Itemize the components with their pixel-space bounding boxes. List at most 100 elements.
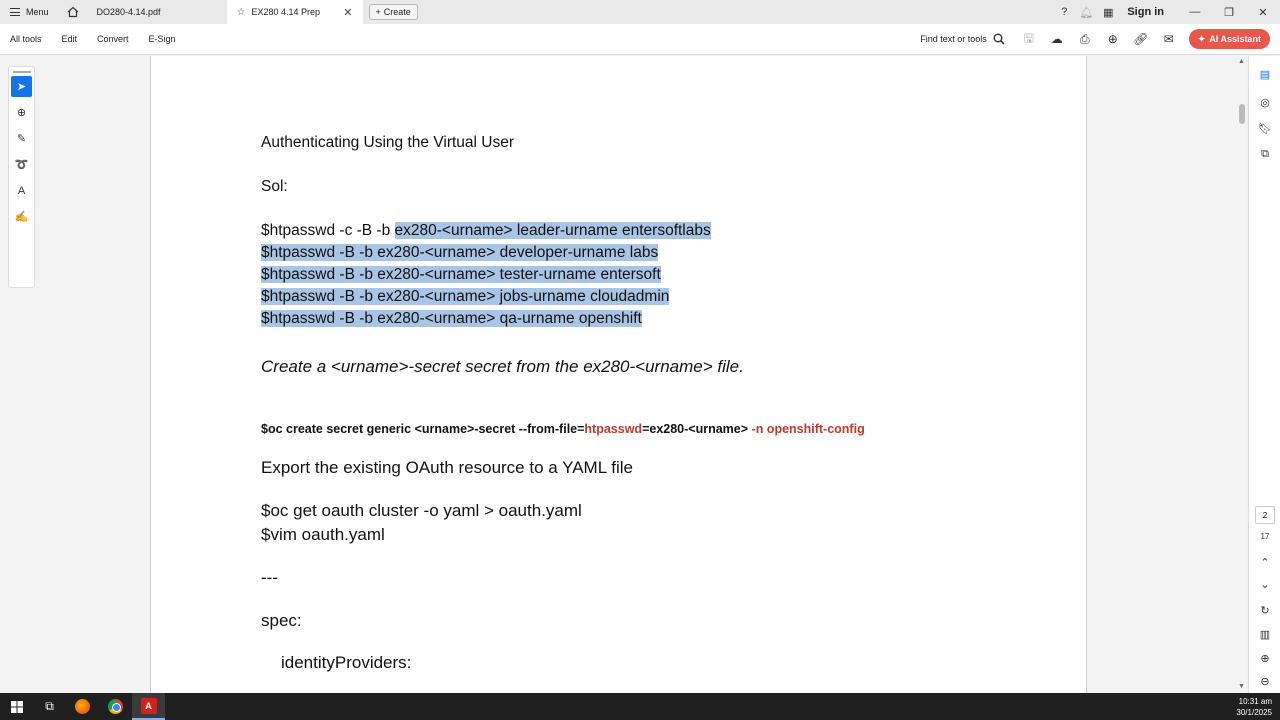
toolbar-right: Find text or tools 🖫︎ ☁︎ ⎙ ⊕ 🔗︎ ✉︎ ✦ AI … — [920, 24, 1280, 55]
restore-icon[interactable]: ❐ — [1212, 0, 1246, 24]
scroll-up-icon[interactable]: ▲ — [1238, 58, 1245, 65]
toolbar-convert[interactable]: Convert — [87, 34, 139, 44]
secret-cmd-part-d: -n openshift-config — [751, 422, 865, 436]
link-icon[interactable]: 🔗︎ — [1127, 24, 1155, 55]
sign-tool-icon[interactable]: ✍ — [11, 206, 32, 227]
tab-ex280-prep[interactable]: ☆ EX280 4.14 Prep ✕ — [226, 0, 363, 24]
yaml-dashes: --- — [261, 568, 278, 587]
sol-label: Sol: — [261, 178, 288, 195]
clock-date: 30/1/2025 — [1236, 707, 1272, 717]
select-tool-icon[interactable]: ➤ — [11, 76, 32, 97]
search-icon — [993, 33, 1005, 45]
zoom-out-icon[interactable]: ⊖ — [1257, 673, 1273, 689]
windows-start-icon[interactable] — [0, 693, 33, 720]
drag-handle[interactable] — [12, 71, 31, 73]
command-line-5: $htpasswd -B -b ex280-<urname> qa-urname… — [261, 310, 642, 328]
help-icon[interactable]: ? — [1053, 0, 1075, 24]
scroll-down-icon[interactable]: ▼ — [1238, 683, 1245, 690]
close-window-icon[interactable]: ✕ — [1246, 0, 1280, 24]
notification-bell-icon[interactable]: 🔔︎ — [1075, 0, 1097, 24]
close-tab-icon[interactable]: ✕ — [343, 6, 352, 19]
save-icon[interactable]: 🖫︎ — [1015, 24, 1043, 55]
create-label: Create — [383, 7, 411, 17]
secret-cmd-part-c: =ex280-<urname> — [642, 422, 752, 436]
scrollbar-thumb[interactable] — [1239, 104, 1245, 124]
acrobat-icon[interactable]: A — [132, 693, 165, 720]
print-icon[interactable]: ⎙ — [1071, 24, 1099, 55]
tab-title-group: ☆ EX280 4.14 Prep — [237, 7, 321, 18]
quick-tools-strip: ➤ ⊕ ✎ ➰ A ✍ — [8, 66, 35, 288]
apps-grid-icon[interactable]: ▦ — [1097, 0, 1119, 24]
chrome-icon[interactable] — [99, 693, 132, 720]
upload-cloud-icon[interactable]: ☁︎ — [1043, 24, 1071, 55]
ai-icon: ✦ — [1197, 33, 1206, 44]
windows-logo-icon — [10, 700, 23, 713]
task-create-secret: Create a <urname>-secret secret from the… — [261, 357, 744, 376]
selected-text: $htpasswd -B -b ex280-<urname> jobs-urna… — [261, 288, 670, 305]
total-pages: 17 — [1260, 532, 1270, 541]
minimize-icon[interactable]: — — [1178, 0, 1212, 24]
yaml-spec: spec: — [261, 611, 302, 630]
highlight-pen-icon[interactable]: ✎ — [11, 128, 32, 149]
document-viewer[interactable]: Authenticating Using the Virtual User So… — [150, 56, 1087, 693]
task-view-icon[interactable]: ⧉ — [33, 693, 66, 720]
tab-label: DO280-4.14.pdf — [96, 7, 161, 17]
tab-bar: Menu DO280-4.14.pdf ☆ EX280 4.14 Prep ✕ … — [0, 0, 1280, 24]
command-line-4: $htpasswd -B -b ex280-<urname> jobs-urna… — [261, 288, 670, 306]
share-icon[interactable]: ⊕ — [1099, 24, 1127, 55]
current-page-field[interactable]: 2 — [1255, 506, 1275, 524]
clock-time: 10:31 am — [1238, 696, 1272, 706]
right-side-rail: ▤ ◎ 🔖︎ ⧉ 2 17 ⌃ ⌄ ↻ ▥ ⊕ ⊖ — [1248, 56, 1280, 693]
oc-get-command: $oc get oauth cluster -o yaml > oauth.ya… — [261, 501, 582, 520]
menu-label: Menu — [26, 7, 49, 17]
star-icon[interactable]: ☆ — [237, 7, 246, 18]
draw-lasso-icon[interactable]: ➰ — [11, 154, 32, 175]
tab-do280[interactable]: DO280-4.14.pdf — [87, 0, 227, 24]
windows-taskbar: ⧉ A 10:31 am 30/1/2025 — [0, 693, 1280, 720]
secret-cmd-part-b: htpasswd — [584, 422, 643, 436]
home-button[interactable] — [59, 0, 87, 24]
command-line-2: $htpasswd -B -b ex280-<urname> developer… — [261, 244, 659, 262]
zoom-in-icon[interactable]: ⊕ — [1257, 650, 1273, 666]
email-icon[interactable]: ✉︎ — [1155, 24, 1183, 55]
main-toolbar: All tools Edit Convert E-Sign Find text … — [0, 24, 1280, 55]
plus-icon: + — [375, 7, 381, 17]
secret-command: $oc create secret generic <urname>-secre… — [261, 422, 865, 436]
bookmarks-icon[interactable]: 🔖︎ — [1257, 120, 1273, 136]
system-clock[interactable]: 10:31 am 30/1/2025 — [1236, 696, 1280, 718]
find-label: Find text or tools — [920, 34, 987, 44]
next-page-icon[interactable]: ⌄ — [1257, 576, 1273, 592]
selected-text: ex280-<urname> leader-urname entersoftla… — [394, 222, 711, 239]
comments-icon[interactable]: ◎ — [1257, 94, 1273, 110]
heading-authenticating: Authenticating Using the Virtual User — [261, 134, 515, 151]
home-icon — [67, 6, 78, 18]
selected-text: $htpasswd -B -b ex280-<urname> qa-urname… — [261, 310, 642, 327]
toolbar-all-tools[interactable]: All tools — [0, 34, 52, 44]
tab-label: EX280 4.14 Prep — [251, 7, 321, 17]
selected-text: $htpasswd -B -b ex280-<urname> developer… — [261, 244, 659, 261]
selected-text: $htpasswd -B -b ex280-<urname> tester-ur… — [261, 266, 661, 283]
toolbar-esign[interactable]: E-Sign — [139, 34, 186, 44]
firefox-logo — [75, 699, 90, 714]
menu-button[interactable]: Menu — [0, 0, 59, 24]
previous-page-icon[interactable]: ⌃ — [1257, 554, 1273, 570]
command-1-prefix: $htpasswd -c -B -b — [261, 222, 395, 239]
sign-in-button[interactable]: Sign in — [1119, 6, 1178, 18]
toolbar-edit[interactable]: Edit — [52, 34, 88, 44]
right-margin-area — [1087, 56, 1237, 693]
comment-tool-icon[interactable]: ⊕ — [11, 102, 32, 123]
command-line-3: $htpasswd -B -b ex280-<urname> tester-ur… — [261, 266, 661, 284]
vertical-scrollbar[interactable]: ▲ ▼ — [1237, 56, 1247, 693]
create-button[interactable]: + Create — [368, 4, 418, 20]
pages-thumbnails-icon[interactable]: ⧉ — [1257, 146, 1273, 162]
left-tool-panel: ➤ ⊕ ✎ ➰ A ✍ — [0, 56, 150, 693]
document-properties-icon[interactable]: ▤ — [1257, 66, 1273, 82]
vim-command: $vim oauth.yaml — [261, 525, 385, 544]
find-text-tools[interactable]: Find text or tools — [920, 33, 1005, 45]
firefox-icon[interactable] — [66, 693, 99, 720]
page-display-icon[interactable]: ▥ — [1257, 626, 1273, 642]
ai-assistant-button[interactable]: ✦ AI Assistant — [1188, 29, 1270, 49]
text-box-icon[interactable]: A — [11, 180, 32, 201]
rotate-icon[interactable]: ↻ — [1257, 602, 1273, 618]
tabbar-right: ? 🔔︎ ▦ Sign in — ❐ ✕ — [1053, 0, 1280, 24]
